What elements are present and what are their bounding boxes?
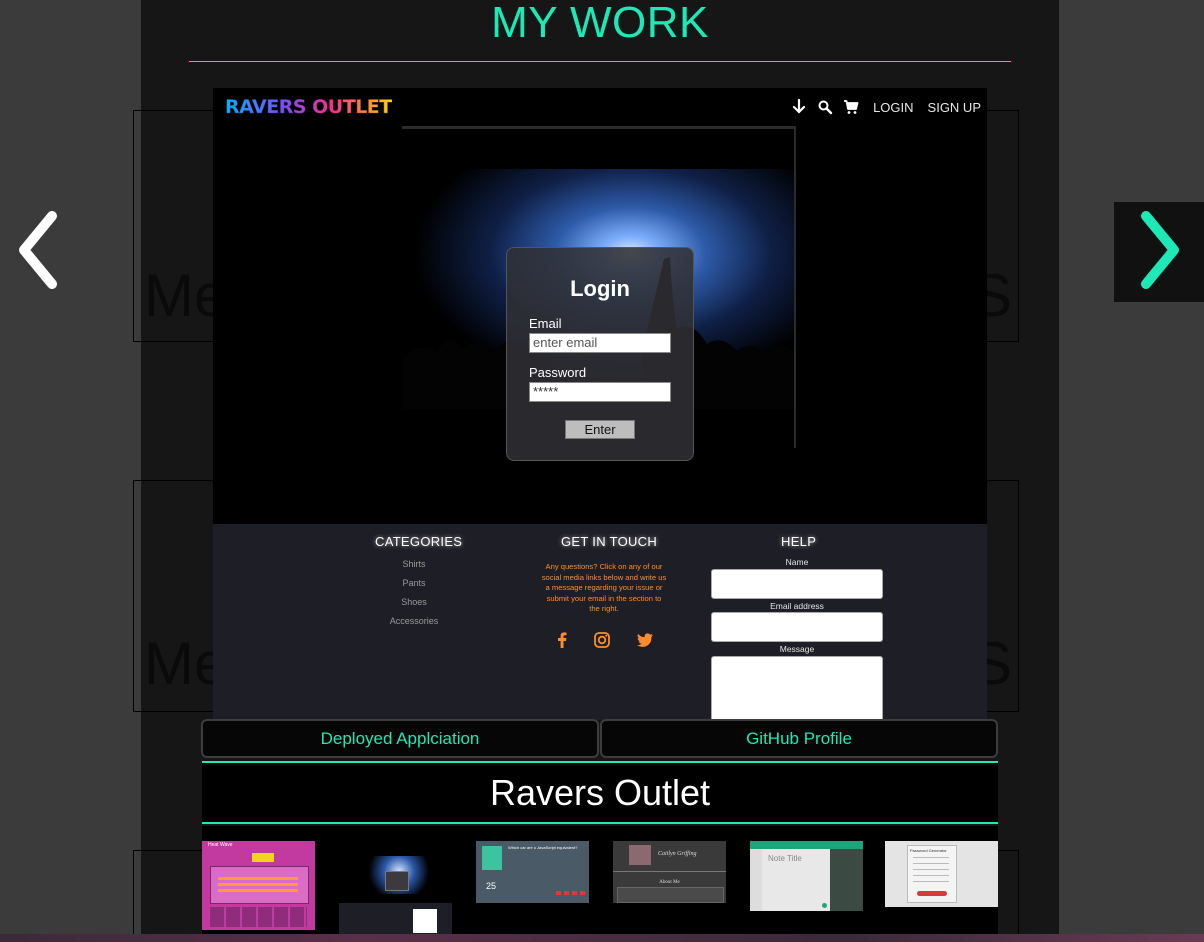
contact-text: Any questions? Click on any of our socia… — [541, 562, 667, 613]
help-heading: HELP — [781, 534, 817, 549]
name-field[interactable] — [711, 569, 883, 599]
password-label: Password — [529, 365, 587, 380]
message-field[interactable] — [711, 656, 883, 720]
facebook-icon[interactable] — [552, 630, 572, 650]
cart-icon[interactable] — [843, 99, 859, 115]
email-field[interactable]: enter email — [529, 333, 671, 353]
enter-button[interactable]: Enter — [565, 420, 635, 439]
page: MY WORK Me S Me S l M RAVERS OUTLET — [0, 0, 1204, 942]
deployed-application-button[interactable]: Deployed Applciation — [201, 719, 599, 758]
thumbnail-graphic — [482, 846, 502, 870]
bottom-edge — [0, 934, 1204, 942]
thumbnail-heading: Password Generator — [910, 848, 947, 853]
thumbnail-ravers-outlet[interactable] — [339, 841, 452, 934]
section-title: MY WORK — [491, 0, 709, 47]
thumbnail-graphic — [385, 871, 409, 891]
thumbnail-graphic — [750, 841, 863, 849]
thumbnail-graphic — [917, 891, 947, 896]
thumbnail-password-generator[interactable]: Password Generator — [885, 841, 998, 907]
chevron-left-icon — [14, 210, 64, 294]
thumbnail-subheading: About Me — [659, 880, 680, 885]
thumbnail-heat-wave[interactable]: Heat Wave — [202, 841, 315, 930]
thumbnail-graphic — [252, 853, 274, 862]
chevron-right-icon — [1134, 210, 1184, 294]
thumbnail-portfolio[interactable]: Caitlyn Griffing About Me — [613, 841, 726, 903]
thumbnail-number: 25 — [486, 881, 497, 891]
contact-heading: GET IN TOUCH — [561, 534, 658, 549]
thumbnail-graphic — [830, 849, 863, 911]
project-screenshot: RAVERS OUTLET LOGIN SIGN UP Login Email … — [213, 88, 987, 720]
message-label: Message — [779, 644, 815, 654]
password-field[interactable]: ***** — [529, 382, 671, 402]
thumbnail-graphic — [617, 887, 724, 903]
email-address-label: Email address — [770, 601, 824, 611]
thumbnail-graphic — [629, 845, 651, 865]
thumbnail-heading: Caitlyn Griffing — [658, 851, 697, 857]
login-link[interactable]: LOGIN — [873, 100, 913, 115]
site-logo: RAVERS OUTLET — [225, 96, 393, 118]
email-label: Email — [529, 316, 562, 331]
thumbnail-heading: Note Title — [768, 854, 802, 863]
thumbnail-heading: Which car are u JavaScript equivalent? — [508, 845, 578, 850]
thumbnail-graphic — [556, 891, 586, 895]
thumbnail-note-taker[interactable]: Note Title — [750, 841, 863, 911]
signup-link[interactable]: SIGN UP — [928, 100, 981, 115]
thumbnail-graphic — [218, 889, 298, 892]
thumbnail-graphic — [913, 857, 949, 887]
search-icon[interactable] — [817, 99, 833, 115]
thumbnail-strip: Heat Wave Which car are u JavaScript equ… — [202, 826, 998, 934]
project-title: Ravers Outlet — [202, 761, 998, 824]
category-link[interactable]: Shoes — [354, 597, 474, 607]
site-footer: CATEGORIES Shirts Pants Shoes Accessorie… — [213, 524, 987, 720]
thumbnail-graphic — [413, 909, 437, 933]
category-link[interactable]: Shirts — [354, 559, 474, 569]
login-title: Login — [570, 276, 630, 301]
twitter-icon[interactable] — [635, 630, 655, 650]
thumbnail-graphic — [218, 883, 298, 886]
github-profile-button[interactable]: GitHub Profile — [600, 719, 998, 758]
thumbnail-divider — [613, 871, 726, 872]
thumbnail-graphic — [218, 877, 298, 880]
next-button[interactable] — [1114, 202, 1204, 302]
site-nav: LOGIN SIGN UP — [791, 98, 981, 115]
thumbnail-graphic — [210, 907, 307, 927]
thumbnail-heading: Heat Wave — [208, 842, 233, 848]
name-label: Name — [785, 557, 809, 567]
category-link[interactable]: Accessories — [354, 616, 474, 626]
thumbnail-graphic — [750, 849, 762, 911]
thumbnail-graphic — [822, 903, 827, 908]
title-divider — [189, 61, 1011, 62]
email-address-field[interactable] — [711, 612, 883, 642]
thumbnail-javascript-quiz[interactable]: Which car are u JavaScript equivalent? 2… — [476, 841, 589, 903]
login-form: Login Email enter email Password ***** E… — [506, 247, 694, 461]
instagram-icon[interactable] — [592, 630, 612, 650]
categories-heading: CATEGORIES — [375, 534, 463, 549]
site-header: RAVERS OUTLET LOGIN SIGN UP — [213, 88, 987, 126]
previous-button[interactable] — [0, 202, 78, 302]
category-link[interactable]: Pants — [354, 578, 474, 588]
arrow-down-icon[interactable] — [791, 98, 807, 115]
